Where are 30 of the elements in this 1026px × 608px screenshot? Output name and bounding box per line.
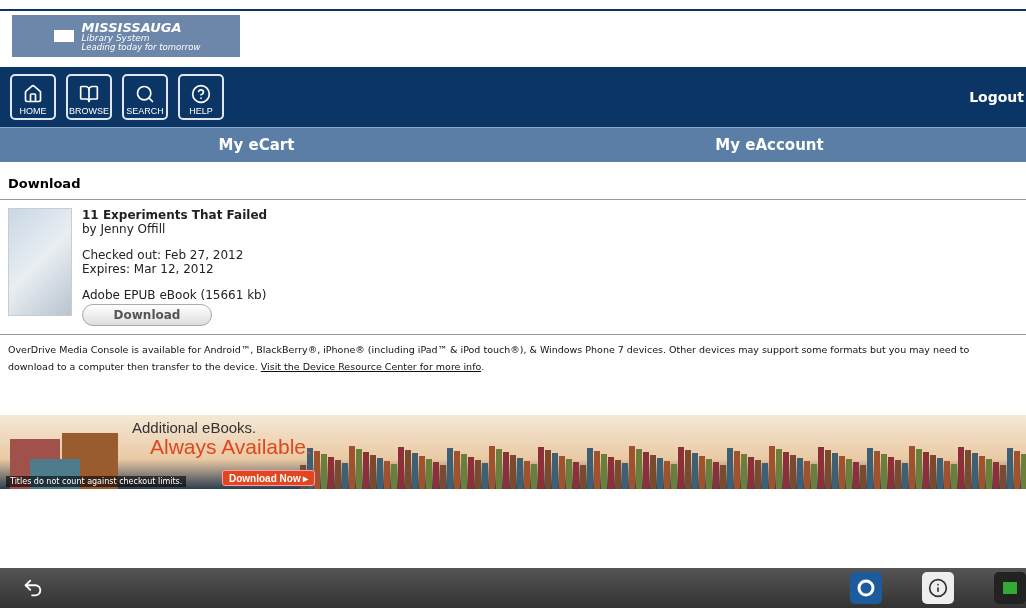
- nav-tab[interactable]: My eCart: [0, 128, 513, 162]
- circle-app-icon[interactable]: [850, 572, 882, 604]
- device-note: OverDrive Media Console is available for Android™, BlackBerry®, iPhone® (including iPad™ & iPod touch®), & Windows Phone 7 devices. Other devices may support some formats but you may need to download to a computer then transfer to the device. Visit the Device Resource Center for more info.: [8, 343, 971, 374]
- banner-heading: Additional eBooks.: [132, 419, 257, 436]
- screen-icon[interactable]: [994, 572, 1026, 604]
- download-now-button[interactable]: Download Now ▸: [222, 470, 316, 486]
- logout-link[interactable]: Logout: [969, 89, 1024, 105]
- house-icon: [23, 84, 43, 104]
- book-title: 11 Experiments That Failed: [82, 208, 268, 222]
- nav-button[interactable]: HELP: [178, 74, 224, 120]
- banner-caption: Titles do not count against checkout limits.: [6, 476, 187, 487]
- logo-name: MISSISSAUGA: [81, 20, 183, 34]
- question-icon: [191, 84, 211, 104]
- logo-tagline: Leading today for tomorrow: [81, 42, 201, 52]
- logo-subtitle: Library System: [81, 33, 150, 43]
- download-button[interactable]: Download: [82, 304, 212, 326]
- book-format: Adobe EPUB eBook (15661 kb): [82, 288, 268, 302]
- banner-slogan: Always Available.: [150, 435, 312, 459]
- nav-button[interactable]: HOME: [10, 74, 56, 120]
- info-icon[interactable]: [922, 572, 954, 604]
- expiry-date: Expires: Mar 12, 2012: [82, 262, 215, 276]
- nav-tab[interactable]: My eAccount: [513, 128, 1026, 162]
- back-icon[interactable]: [22, 577, 44, 599]
- checkout-date: Checked out: Feb 27, 2012: [82, 248, 245, 262]
- nav-button[interactable]: SEARCH: [122, 74, 168, 120]
- book-icon: [79, 84, 99, 104]
- book-author: by Jenny Offill: [82, 222, 167, 236]
- section-title: Download: [0, 162, 1026, 200]
- search-icon: [135, 84, 155, 104]
- nav-button[interactable]: BROWSE: [66, 74, 112, 120]
